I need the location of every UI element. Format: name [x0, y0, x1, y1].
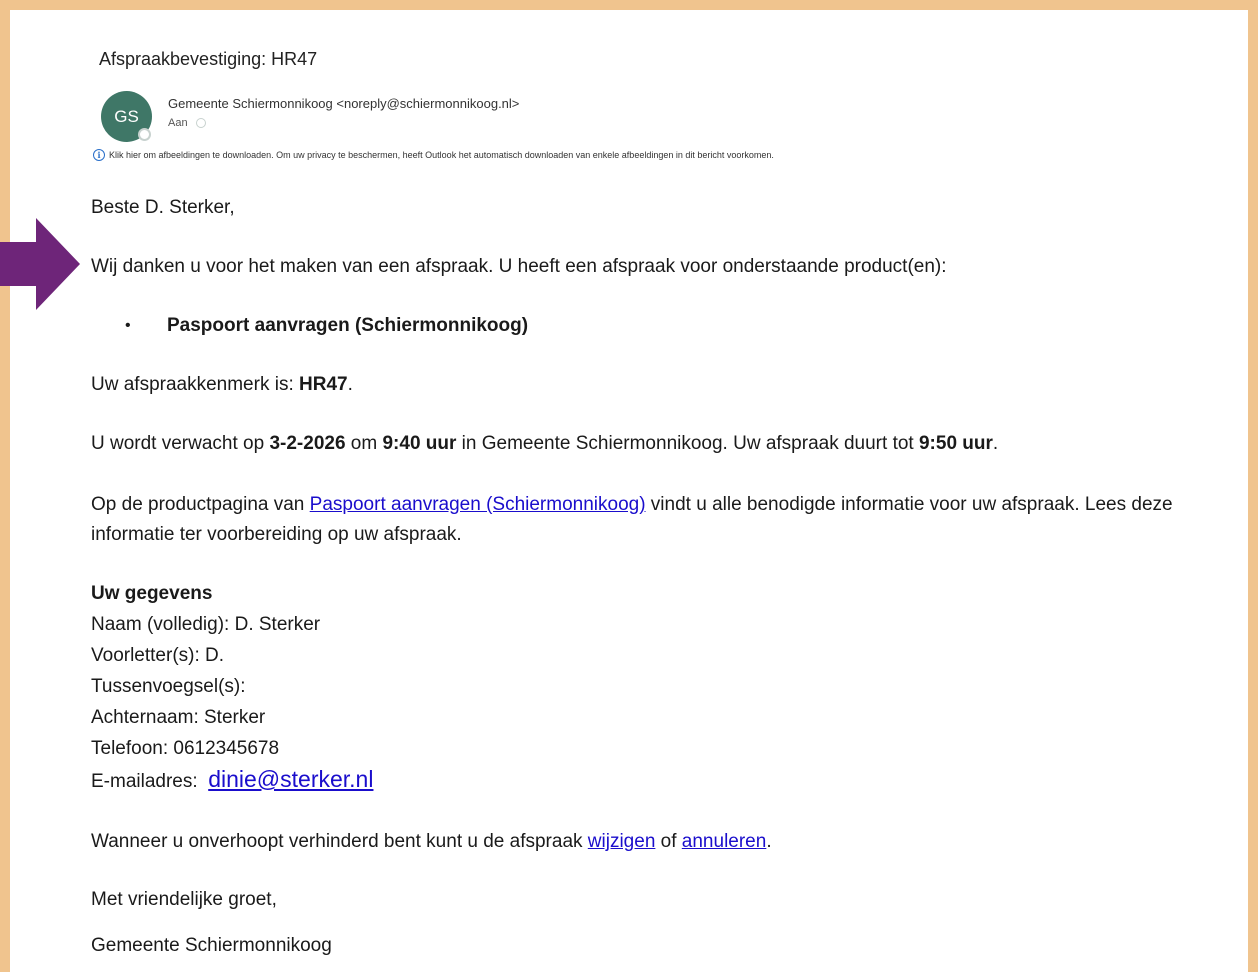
appointment-time-paragraph: U wordt verwacht op 3-2-2026 om 9:40 uur…	[91, 430, 998, 457]
signature: Gemeente Schiermonnikoog	[91, 935, 332, 956]
change-appointment-link[interactable]: wijzigen	[588, 831, 656, 852]
detail-initials: Voorletter(s): D.	[91, 645, 225, 666]
change-text-1: Wanneer u onverhoopt verhinderd bent kun…	[91, 831, 588, 852]
time-text-1: U wordt verwacht op	[91, 433, 270, 454]
change-text-3: .	[766, 831, 772, 852]
time-text-3: in Gemeente Schiermonnikoog. Uw afspraak…	[456, 433, 919, 454]
highlight-frame	[0, 0, 1258, 972]
reference-paragraph: Uw afspraakkenmerk is: HR47.	[91, 371, 353, 398]
reference-label: Uw afspraakkenmerk is:	[91, 374, 300, 395]
detail-name: Naam (volledig): D. Sterker	[91, 614, 321, 635]
change-paragraph: Wanneer u onverhoopt verhinderd bent kun…	[91, 828, 772, 855]
recipient-line: Aan	[168, 117, 206, 129]
presence-status-icon	[195, 118, 206, 128]
time-text-2: om	[345, 433, 383, 454]
detail-email: E-mailadres: dinie@sterker.nl	[91, 766, 373, 795]
cancel-appointment-link[interactable]: annuleren	[682, 831, 767, 852]
avatar-initials: GS	[114, 106, 139, 126]
detail-infix: Tussenvoegsel(s):	[91, 676, 246, 697]
download-images-infobar[interactable]: i Klik hier om afbeeldingen te downloade…	[93, 149, 774, 161]
product-info-paragraph: Op de productpagina van Paspoort aanvrag…	[91, 490, 1221, 550]
greeting: Beste D. Sterker,	[91, 197, 235, 218]
reference-code: HR47	[299, 374, 348, 395]
arrow-right-icon	[0, 218, 80, 310]
info-text-1: Op de productpagina van	[91, 494, 310, 515]
detail-surname: Achternaam: Sterker	[91, 707, 266, 728]
details-heading: Uw gegevens	[91, 583, 213, 604]
product-item: Paspoort aanvragen (Schiermonnikoog)	[167, 315, 529, 336]
email-label: E-mailadres:	[91, 771, 203, 792]
to-label: Aan	[168, 117, 188, 129]
infobar-text[interactable]: Klik hier om afbeeldingen te downloaden.…	[109, 150, 774, 160]
email-subject: Afspraakbevestiging: HR47	[99, 49, 318, 69]
detail-phone: Telefoon: 0612345678	[91, 738, 280, 759]
appointment-end-time: 9:50 uur	[918, 433, 993, 454]
bullet-icon: •	[125, 317, 131, 334]
info-icon: i	[93, 149, 105, 161]
thanks-paragraph: Wij danken u voor het maken van een afsp…	[91, 256, 947, 277]
change-text-2: of	[655, 831, 682, 852]
product-page-link[interactable]: Paspoort aanvragen (Schiermonnikoog)	[310, 494, 646, 515]
sender-address[interactable]: Gemeente Schiermonnikoog <noreply@schier…	[168, 96, 519, 111]
appointment-date: 3-2-2026	[269, 433, 346, 454]
reference-suffix: .	[347, 374, 353, 395]
time-text-4: .	[992, 433, 999, 454]
closing: Met vriendelijke groet,	[91, 889, 277, 910]
avatar-status-icon	[138, 128, 151, 141]
appointment-start-time: 9:40 uur	[382, 433, 457, 454]
email-address-link[interactable]: dinie@sterker.nl	[208, 766, 373, 792]
